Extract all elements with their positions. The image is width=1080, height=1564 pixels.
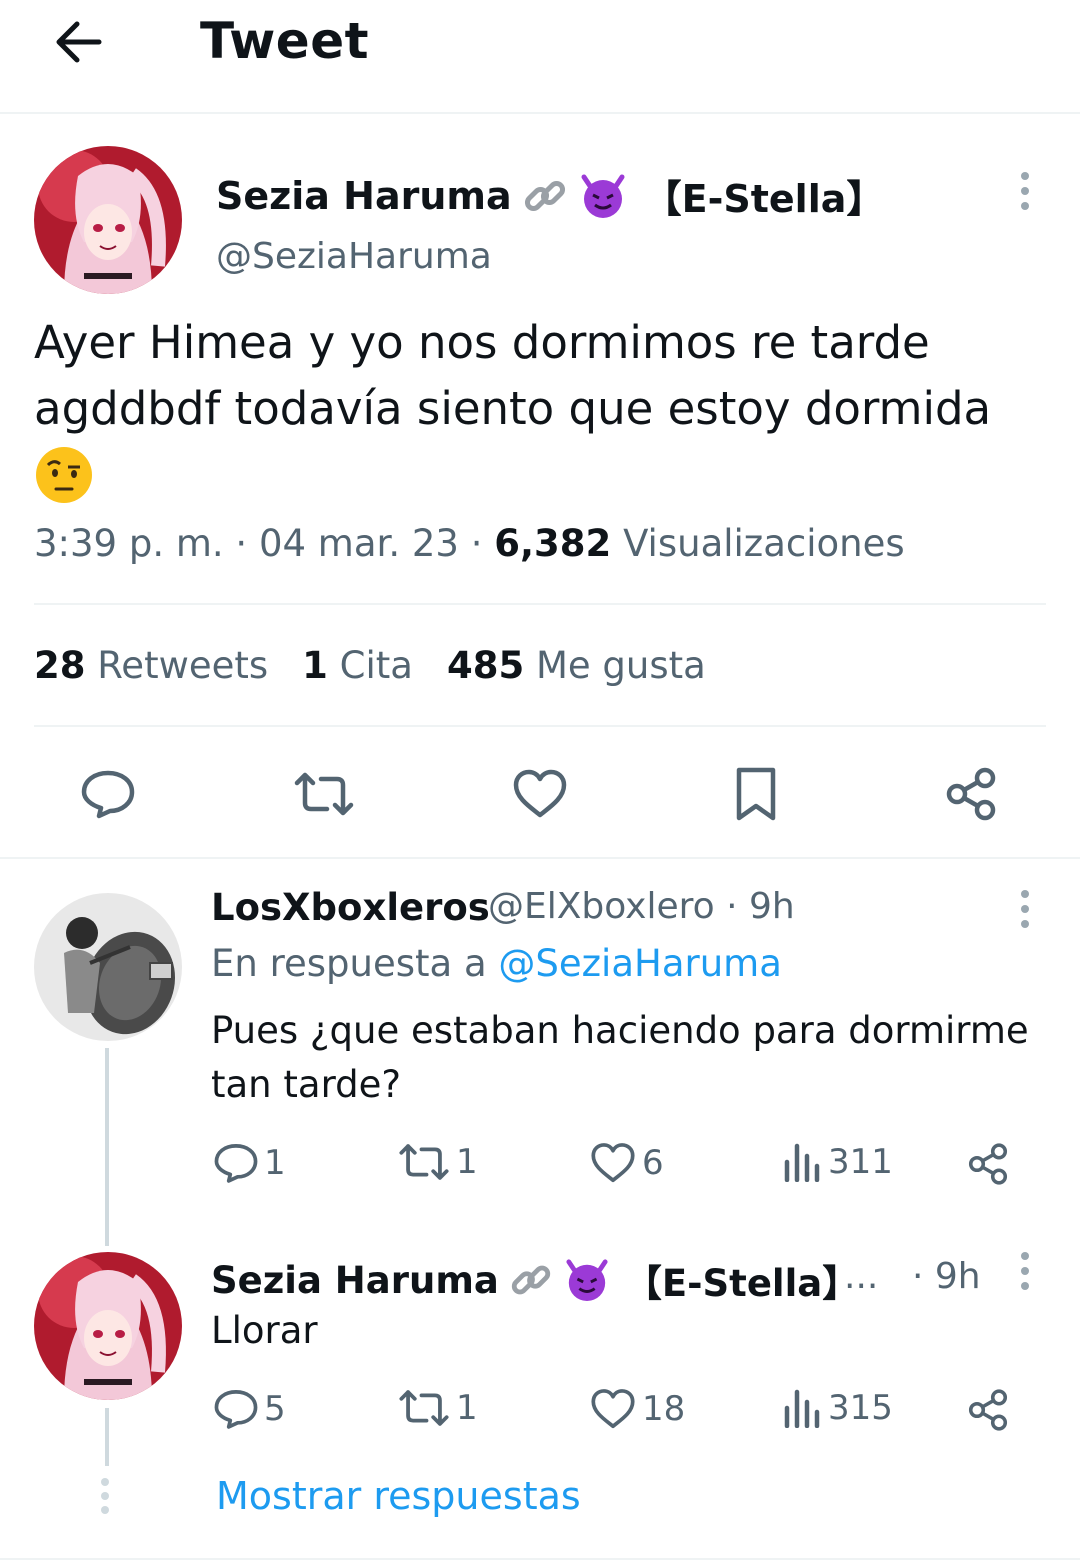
like-icon: [591, 1389, 635, 1429]
tweet-date[interactable]: 04 mar. 23: [259, 522, 459, 565]
retweet-count: 1: [456, 1142, 478, 1182]
reply-button[interactable]: 5: [214, 1388, 286, 1430]
share-icon: [968, 1389, 1008, 1431]
divider: [0, 857, 1080, 859]
reply-author-name[interactable]: Sezia Haruma 【E-Stella】: [211, 1253, 859, 1307]
divider: [34, 603, 1046, 605]
bookmark-button[interactable]: [728, 764, 784, 824]
reply-icon: [214, 1390, 258, 1429]
like-icon: [513, 769, 567, 818]
reply-ellipsis: ...: [844, 1256, 879, 1297]
smiling-devil-icon: [578, 173, 628, 219]
retweets-stat[interactable]: 28 Retweets: [34, 644, 268, 687]
more-options-icon[interactable]: [1010, 1246, 1040, 1296]
share-button[interactable]: [966, 1388, 1010, 1432]
views-count: 6,382: [494, 522, 612, 565]
retweet-icon: [399, 1144, 449, 1180]
more-options-icon[interactable]: [1010, 884, 1040, 934]
show-replies-link[interactable]: Mostrar respuestas: [216, 1474, 581, 1518]
like-count: 6: [642, 1143, 664, 1183]
views-icon: [784, 1389, 820, 1428]
reply-button[interactable]: [78, 766, 138, 822]
retweet-button[interactable]: 1: [398, 1142, 478, 1182]
reply-text: Llorar: [211, 1309, 318, 1352]
share-button[interactable]: [966, 1142, 1010, 1186]
reply-text: Pues ¿que estaban haciendo para dormirme…: [211, 1009, 1029, 1106]
reply-button[interactable]: 1: [214, 1142, 286, 1184]
thread-line: [105, 1048, 109, 1246]
tweet-meta: 3:39 p. m. · 04 mar. 23 · 6,382 Visualiz…: [34, 522, 905, 565]
retweet-button[interactable]: [292, 766, 356, 822]
avatar[interactable]: [34, 146, 182, 294]
reply-icon: [81, 770, 135, 819]
like-button[interactable]: 6: [590, 1142, 664, 1184]
reply-author-name[interactable]: LosXboxleros: [211, 886, 490, 929]
divider: [0, 1558, 1080, 1560]
reply-count: 1: [264, 1143, 286, 1183]
back-button[interactable]: [50, 14, 106, 70]
like-button[interactable]: [510, 766, 570, 822]
views-label: Visualizaciones: [623, 522, 905, 565]
top-bar: Tweet: [0, 0, 1080, 114]
tweet-stats: 28 Retweets 1 Cita 485 Me gusta: [34, 644, 706, 687]
author-name[interactable]: Sezia Haruma 【E-Stella】: [216, 168, 884, 223]
like-button[interactable]: 18: [590, 1388, 685, 1430]
views-button[interactable]: 315: [782, 1388, 893, 1428]
like-count: 18: [642, 1389, 686, 1429]
share-button[interactable]: [940, 764, 1002, 824]
share-icon: [968, 1143, 1008, 1185]
thread-dots: [101, 1478, 109, 1514]
link-icon: [522, 173, 568, 219]
views-count: 311: [828, 1142, 893, 1182]
reply-time[interactable]: · 9h: [912, 1256, 981, 1297]
tweet-text-line: Ayer Himea y yo nos dormimos re tarde: [34, 316, 930, 369]
smiling-devil-icon: [563, 1258, 611, 1302]
more-options-icon[interactable]: [1010, 166, 1040, 216]
face-with-raised-eyebrow-icon: [34, 442, 1044, 508]
in-reply-link[interactable]: @SeziaHaruma: [498, 942, 782, 985]
share-icon: [946, 767, 996, 821]
page-title: Tweet: [200, 12, 370, 70]
like-icon: [591, 1143, 635, 1183]
avatar[interactable]: [34, 893, 182, 1041]
likes-stat[interactable]: 485 Me gusta: [447, 644, 706, 687]
bookmark-icon: [736, 767, 776, 821]
thread-line: [105, 1408, 109, 1466]
views-icon: [784, 1143, 820, 1182]
retweet-icon: [399, 1390, 449, 1426]
reply-count: 5: [264, 1389, 286, 1429]
retweet-count: 1: [456, 1388, 478, 1428]
author-handle[interactable]: @SeziaHaruma: [216, 236, 492, 277]
avatar[interactable]: [34, 1252, 182, 1400]
reply-time: 9h: [749, 886, 795, 927]
reply-icon: [214, 1144, 258, 1183]
reply-handle[interactable]: @ElXboxlero · 9h: [488, 886, 795, 927]
arrow-left-icon: [56, 21, 102, 63]
tweet-text: Ayer Himea y yo nos dormimos re tarde ag…: [34, 310, 1044, 508]
retweet-icon: [294, 772, 354, 816]
link-icon: [509, 1258, 553, 1302]
tweet-text-line: agddbdf todavía siento que estoy dormida: [34, 382, 992, 435]
tweet-time[interactable]: 3:39 p. m.: [34, 522, 224, 565]
retweet-button[interactable]: 1: [398, 1388, 478, 1428]
views-count: 315: [828, 1388, 893, 1428]
views-button[interactable]: 311: [782, 1142, 893, 1182]
divider: [34, 725, 1046, 727]
in-reply-to: En respuesta a @SeziaHaruma: [211, 942, 782, 985]
quotes-stat[interactable]: 1 Cita: [302, 644, 413, 687]
